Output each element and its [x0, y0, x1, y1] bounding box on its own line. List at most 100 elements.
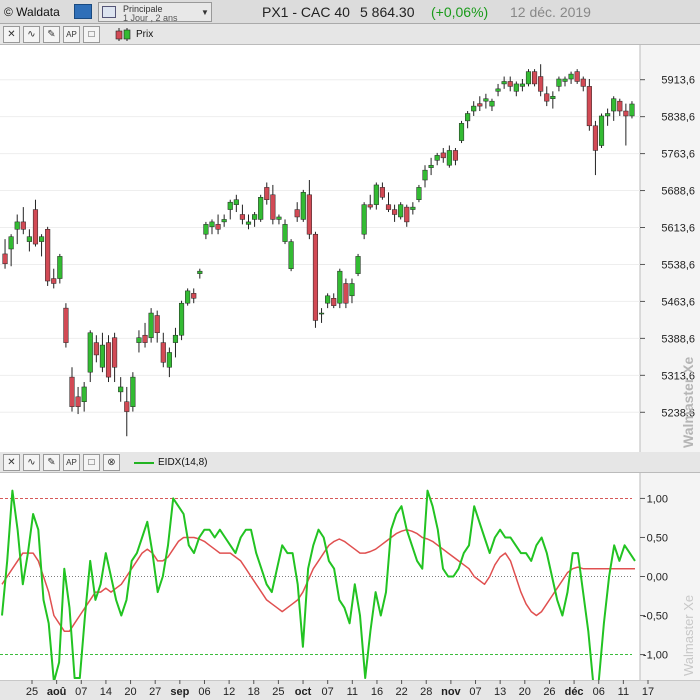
- x-tick-label: nov: [441, 686, 461, 698]
- candle-body: [343, 283, 349, 304]
- draw-icon[interactable]: ∿: [23, 26, 40, 43]
- candle-body: [191, 293, 197, 299]
- indicator-legend-swatch: [134, 462, 154, 464]
- instrument-price: 5 864.30: [360, 4, 415, 20]
- period-range: 1 Jour , 2 ans: [123, 13, 178, 23]
- candle-body: [507, 81, 513, 87]
- indicator-chart[interactable]: 1,00 0,50 0,00 -0,50 -1,00: [0, 473, 700, 680]
- candle-body: [2, 253, 8, 265]
- candle-body: [550, 95, 556, 99]
- price-chart[interactable]: 5238,65313,65388,65463,65538,65613,65688…: [0, 45, 700, 452]
- x-tick-label: 11: [618, 686, 629, 698]
- x-tick-label: 27: [149, 686, 161, 698]
- candle-body: [422, 169, 428, 181]
- candle-body: [440, 152, 446, 159]
- annotate-icon[interactable]: ✎: [43, 26, 60, 43]
- instrument-change: (+0,06%): [431, 4, 489, 20]
- x-tick-label: 25: [272, 686, 284, 698]
- candle-body: [270, 194, 276, 220]
- window-icon[interactable]: □: [83, 26, 100, 43]
- candle-body: [130, 376, 136, 407]
- x-tick-label: 22: [395, 686, 407, 698]
- x-tick-label: 18: [248, 686, 260, 698]
- candle-body: [355, 256, 361, 274]
- candle-body: [306, 194, 312, 235]
- candle-body: [118, 386, 124, 393]
- candle-body: [629, 103, 635, 117]
- draw-icon[interactable]: ∿: [23, 454, 40, 471]
- candle-body: [325, 295, 331, 304]
- price-legend-label: Prix: [136, 29, 154, 40]
- candle-body: [105, 342, 112, 378]
- candle-body: [112, 337, 118, 368]
- candle-body: [416, 187, 422, 200]
- candle-body: [410, 206, 416, 210]
- candle-body: [538, 76, 544, 92]
- indicator-tick-label: -0,50: [643, 611, 668, 623]
- candle-body: [227, 201, 233, 210]
- chart-type-icon: [102, 6, 116, 18]
- x-tick-label: 07: [322, 686, 334, 698]
- candle-body: [361, 204, 367, 235]
- candle-body: [592, 125, 599, 151]
- candle-body: [385, 204, 392, 210]
- candle-body: [282, 224, 288, 242]
- candle-body: [38, 236, 45, 242]
- candle-body: [14, 221, 20, 230]
- candle-body: [69, 376, 75, 407]
- tools-icon[interactable]: ✕: [3, 454, 20, 471]
- text-icon[interactable]: AP: [63, 26, 80, 43]
- candle-body: [87, 332, 93, 373]
- x-tick-label: 17: [642, 686, 654, 698]
- candle-body: [221, 219, 227, 223]
- period-selector[interactable]: Principale 1 Jour , 2 ans ▼: [98, 2, 212, 23]
- candle-body: [428, 164, 434, 168]
- x-tick-label: 06: [593, 686, 605, 698]
- x-tick-label: oct: [295, 686, 312, 698]
- window-icon[interactable]: □: [83, 454, 100, 471]
- indicator-tick-label: -1,00: [643, 650, 668, 662]
- candle-body: [446, 150, 452, 166]
- candle-body: [294, 209, 300, 218]
- annotate-icon[interactable]: ✎: [43, 454, 60, 471]
- text-icon[interactable]: AP: [63, 454, 80, 471]
- candle-body: [63, 307, 69, 343]
- candle-body: [178, 302, 185, 336]
- candle-body: [312, 233, 319, 321]
- x-tick-label: 07: [469, 686, 481, 698]
- candle-body: [81, 386, 87, 402]
- close-icon[interactable]: ⊗: [103, 454, 120, 471]
- watermark-bottom: Walmaster Xe: [681, 595, 696, 676]
- indicator-tick-label: 0,50: [647, 532, 668, 544]
- candle-body: [197, 270, 203, 274]
- candle-body: [477, 103, 483, 107]
- candle-body: [580, 78, 586, 87]
- candle-body: [215, 224, 221, 230]
- candle-body: [331, 298, 337, 306]
- price-tick-label: 5763,6: [661, 149, 695, 161]
- indicator-toolbar: ✕ ∿ ✎ AP □ ⊗ EIDX(14,8): [0, 452, 700, 473]
- candle-body: [392, 209, 398, 215]
- candle-body: [471, 105, 477, 112]
- candle-body: [300, 192, 306, 220]
- candle-body: [245, 221, 252, 225]
- instrument-date: 12 déc. 2019: [510, 4, 591, 20]
- candle-body: [532, 71, 538, 85]
- candle-body: [544, 93, 550, 102]
- candle-body: [623, 110, 629, 117]
- tools-icon[interactable]: ✕: [3, 26, 20, 43]
- price-tick-label: 5913,6: [661, 75, 695, 87]
- x-tick-label: 12: [223, 686, 235, 698]
- candle-body: [239, 214, 245, 220]
- price-tick-label: 5463,6: [661, 296, 695, 308]
- x-tick-label: 13: [494, 686, 506, 698]
- candle-body: [574, 71, 580, 82]
- indicator-legend-label: EIDX(14,8): [158, 457, 208, 468]
- candle-body: [136, 337, 142, 343]
- candle-body: [611, 98, 617, 112]
- candle-body: [8, 236, 14, 250]
- candle-body: [154, 315, 160, 334]
- book-icon[interactable]: [74, 4, 92, 19]
- candle-body: [142, 334, 148, 343]
- candle-body: [185, 290, 191, 304]
